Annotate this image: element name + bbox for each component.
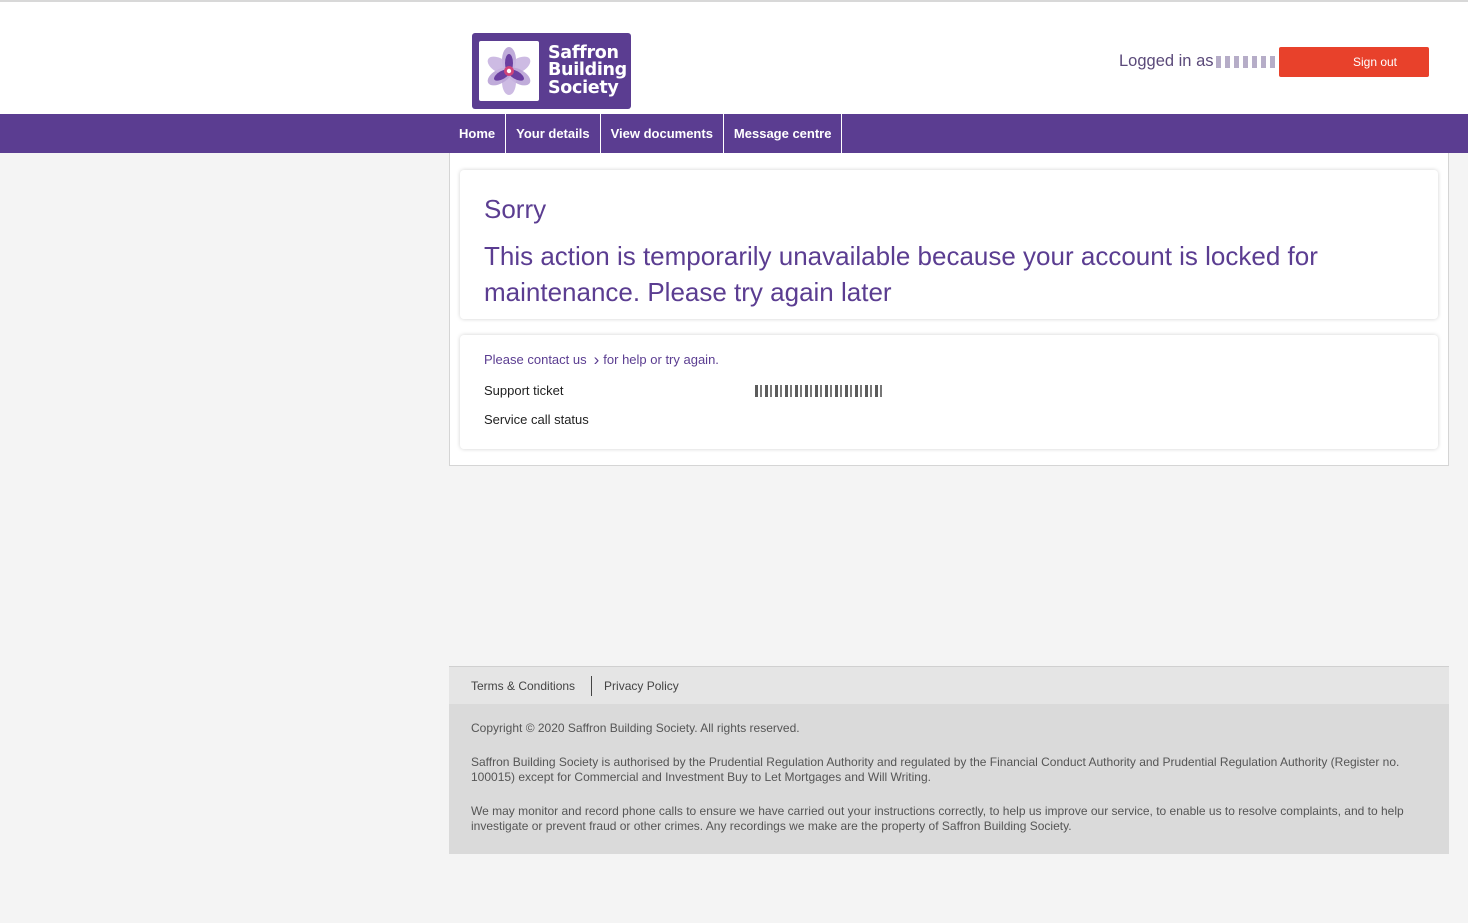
main-navigation: Home Your details View documents Message… [0, 114, 1468, 153]
redacted-username [1215, 55, 1288, 68]
support-ticket-row: Support ticket [484, 383, 1414, 398]
footer-links: Terms & Conditions Privacy Policy [449, 666, 1449, 704]
logo-line-3: Society [548, 77, 619, 98]
error-message: This action is temporarily unavailable b… [484, 241, 1318, 307]
redacted-support-ticket-value [755, 384, 883, 397]
service-call-status-label: Service call status [484, 412, 589, 427]
help-suffix: for help or try again. [603, 352, 719, 367]
terms-conditions-link[interactable]: Terms & Conditions [471, 679, 575, 693]
logged-in-label: Logged in as [1119, 52, 1214, 70]
help-line: Please contact us › for help or try agai… [484, 351, 1414, 368]
main-content: Sorry This action is temporarily unavail… [449, 153, 1449, 466]
support-info-card: Please contact us › for help or try agai… [460, 335, 1438, 449]
footer-divider [591, 675, 593, 696]
regulatory-text: Saffron Building Society is authorised b… [471, 754, 1400, 785]
error-title: Sorry [484, 194, 547, 224]
privacy-policy-link[interactable]: Privacy Policy [604, 679, 679, 693]
footer-legal: Copyright © 2020 Saffron Building Societ… [449, 704, 1449, 854]
nav-item-home[interactable]: Home [449, 114, 507, 153]
logo-wordmark: Saffron Building Society [548, 44, 627, 98]
contact-us-link[interactable]: Please contact us [484, 352, 587, 367]
copyright-text: Copyright © 2020 Saffron Building Societ… [471, 721, 800, 735]
site-header: Saffron Building Society Logged in as Si… [0, 2, 1468, 114]
nav-item-view-documents[interactable]: View documents [601, 114, 724, 153]
saffron-logo[interactable]: Saffron Building Society [472, 33, 631, 109]
service-call-status-row: Service call status [484, 412, 1414, 427]
error-card: Sorry This action is temporarily unavail… [460, 170, 1438, 319]
nav-item-your-details[interactable]: Your details [506, 114, 601, 153]
flower-logo-icon [479, 41, 539, 101]
support-ticket-label: Support ticket [484, 383, 564, 398]
logged-in-indicator: Logged in as [1119, 52, 1288, 71]
nav-item-message-centre[interactable]: Message centre [724, 114, 843, 153]
service-call-status-value [724, 412, 854, 424]
sign-out-button[interactable]: Sign out [1279, 47, 1429, 77]
chevron-right-icon[interactable]: › [594, 351, 600, 368]
monitoring-text: We may monitor and record phone calls to… [471, 803, 1404, 834]
nav-items: Home Your details View documents Message… [449, 114, 843, 153]
